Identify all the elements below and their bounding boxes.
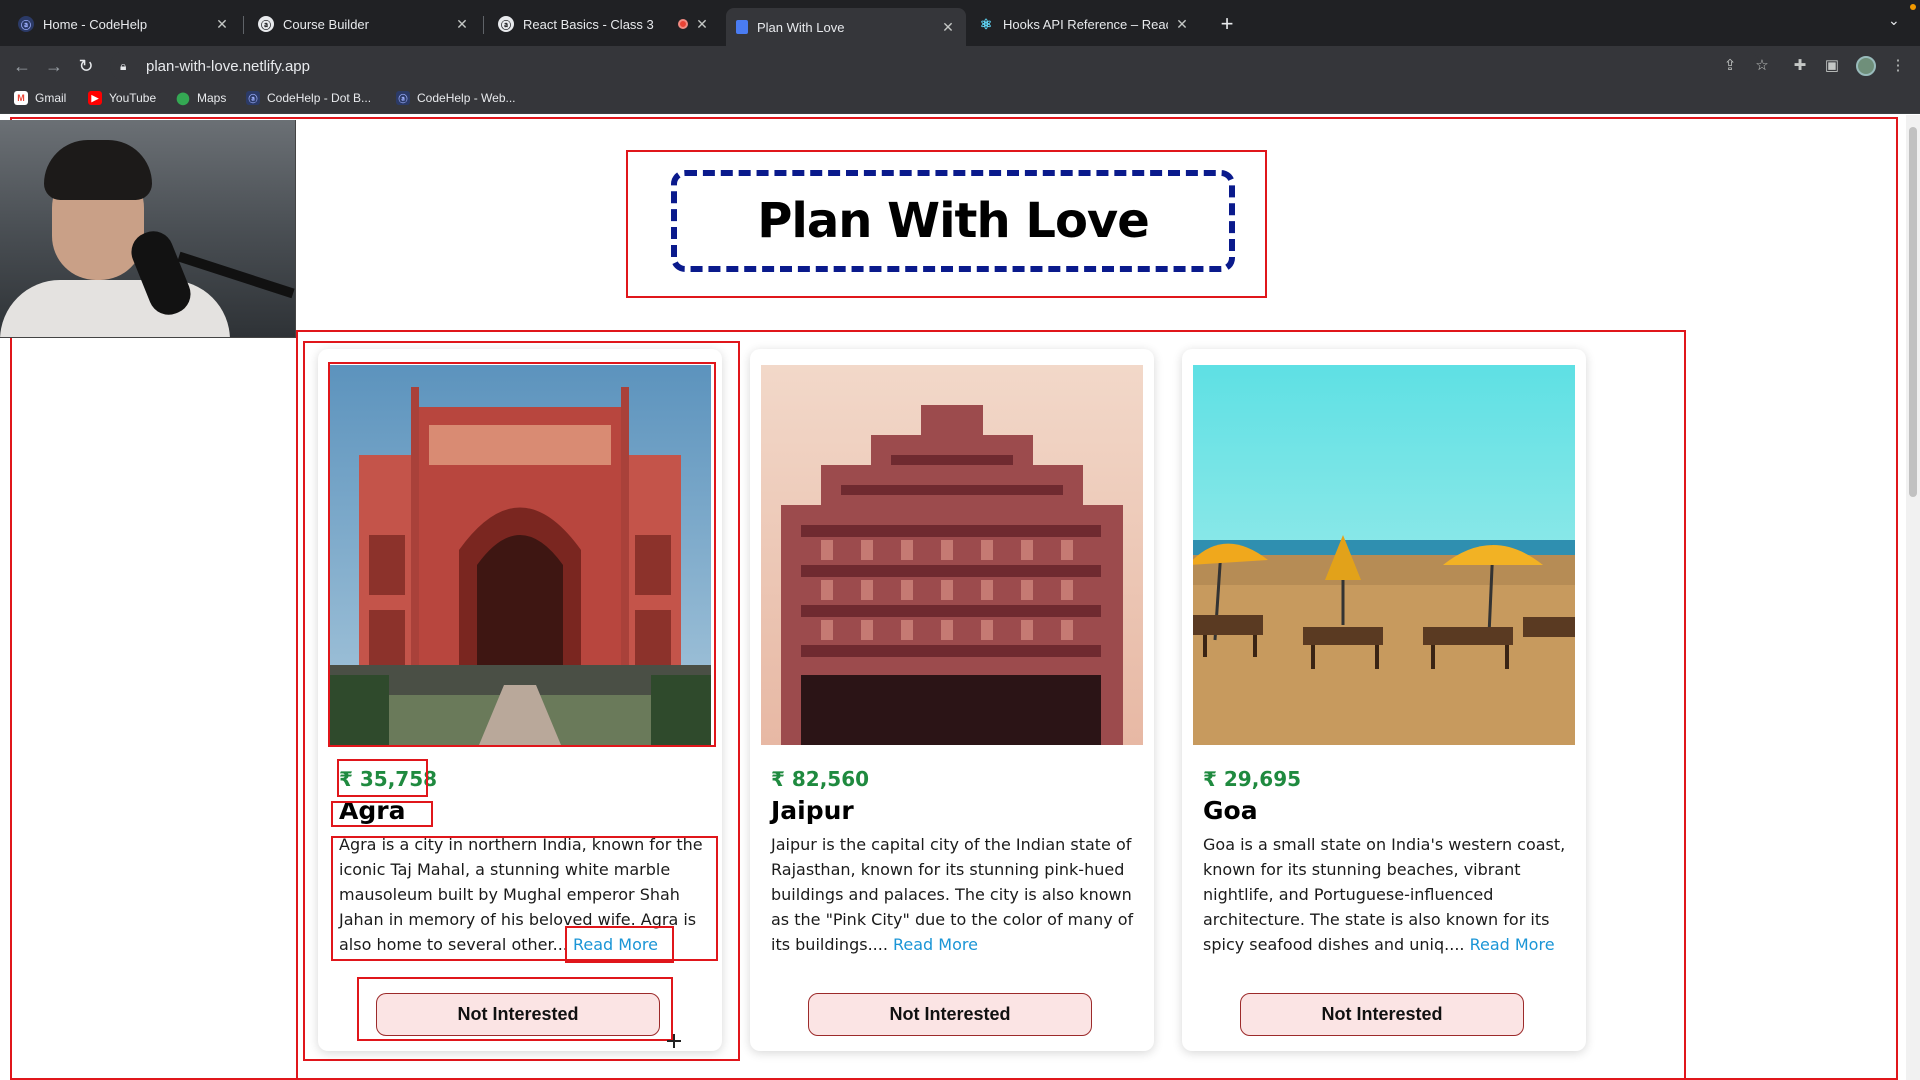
address-bar[interactable]: 🔒︎ plan-with-love.netlify.app [110,51,1760,81]
read-more-link[interactable]: Read More [893,935,978,954]
recording-icon [678,19,688,29]
bookmark-codehelp-web[interactable]: ⓐ CodeHelp - Web... [396,91,516,105]
forward-arrow-icon[interactable]: → [42,54,66,78]
tab-react-basics[interactable]: ⓐ React Basics - Class 3 ✕ [488,8,720,40]
tour-description: Jaipur is the capital city of the Indian… [771,832,1137,957]
codehelp-icon: ⓐ [246,91,260,105]
browser-toolbar: ← → ↻ 🔒︎ plan-with-love.netlify.app ⇪ ☆ … [0,46,1920,86]
page-title-frame: Plan With Love [671,170,1235,272]
codehelp-icon: ⓐ [498,16,514,32]
tour-card-jaipur: ₹ 82,560 Jaipur Jaipur is the capital ci… [750,349,1154,1051]
bookmark-codehelp-dotb[interactable]: ⓐ CodeHelp - Dot B... [246,91,371,105]
youtube-icon: ▶ [88,91,102,105]
tab-separator [243,16,244,34]
webcam-person-shirt [0,280,230,337]
new-tab-button[interactable]: + [1215,12,1239,36]
tab-hooks-api[interactable]: ⚛ Hooks API Reference – React ✕ [968,8,1200,40]
tour-name: Goa [1203,796,1258,825]
tour-card-goa: ₹ 29,695 Goa Goa is a small state on Ind… [1182,349,1586,1051]
close-tab-icon[interactable]: ✕ [214,16,230,32]
bookmark-maps[interactable]: ⬤ Maps [176,91,226,105]
codehelp-icon: ⓐ [258,16,274,32]
tour-price: ₹ 82,560 [771,767,870,791]
gmail-icon: M [14,91,28,105]
tab-plan-with-love[interactable]: Plan With Love ✕ [726,8,966,46]
back-arrow-icon[interactable]: ← [10,54,34,78]
debug-outline-button [357,977,673,1041]
read-more-link[interactable]: Read More [1470,935,1555,954]
close-tab-icon[interactable]: ✕ [940,19,956,35]
hawa-mahal-image [761,365,1143,745]
reload-icon[interactable]: ↻ [74,54,98,78]
tour-description: Goa is a small state on India's western … [1203,832,1569,957]
debug-outline-name [331,801,433,827]
codehelp-icon: ⓐ [18,16,34,32]
debug-outline-readmore [565,926,674,963]
page-scrollbar[interactable] [1906,115,1920,1080]
debug-outline-image [328,362,716,747]
webcam-overlay [0,120,296,338]
url-text: plan-with-love.netlify.app [146,57,310,75]
bookmarks-bar: M Gmail ▶ YouTube ⬤ Maps ⓐ CodeHelp - Do… [0,86,1920,114]
webcam-person-hair [44,140,152,200]
extensions-puzzle-icon[interactable]: ✚ [1790,56,1810,76]
share-icon[interactable]: ⇪ [1720,56,1740,76]
not-interested-button[interactable]: Not Interested [1240,993,1524,1036]
close-tab-icon[interactable]: ✕ [694,16,710,32]
codehelp-icon: ⓐ [396,91,410,105]
scrollbar-thumb[interactable] [1909,127,1917,497]
bookmark-star-icon[interactable]: ☆ [1752,56,1772,76]
tab-course-builder[interactable]: ⓐ Course Builder ✕ [248,8,480,40]
close-tab-icon[interactable]: ✕ [1174,16,1190,32]
menu-kebab-icon[interactable]: ⋮ [1888,56,1908,76]
lock-icon: 🔒︎ [120,59,127,73]
notification-dot-icon [1910,4,1916,10]
side-panel-icon[interactable]: ▣ [1822,56,1842,76]
tab-search-chevron-icon[interactable]: ⌄ [1888,12,1900,29]
react-icon: ⚛ [979,15,993,32]
tab-home-codehelp[interactable]: ⓐ Home - CodeHelp ✕ [8,8,240,40]
bookmark-gmail[interactable]: M Gmail [14,91,66,105]
tour-price: ₹ 29,695 [1203,767,1302,791]
tab-separator [483,16,484,34]
maps-icon: ⬤ [176,91,190,105]
debug-outline-price [337,759,428,797]
close-tab-icon[interactable]: ✕ [454,16,470,32]
crosshair-cursor-icon [667,1034,681,1048]
tab-bar: ⓐ Home - CodeHelp ✕ ⓐ Course Builder ✕ ⓐ… [0,0,1920,46]
profile-avatar[interactable] [1856,56,1876,76]
page-icon [736,20,748,34]
bookmark-youtube[interactable]: ▶ YouTube [88,91,156,105]
page-title: Plan With Love [757,193,1150,249]
goa-beach-image [1193,365,1575,745]
not-interested-button[interactable]: Not Interested [808,993,1092,1036]
tour-name: Jaipur [771,796,854,825]
